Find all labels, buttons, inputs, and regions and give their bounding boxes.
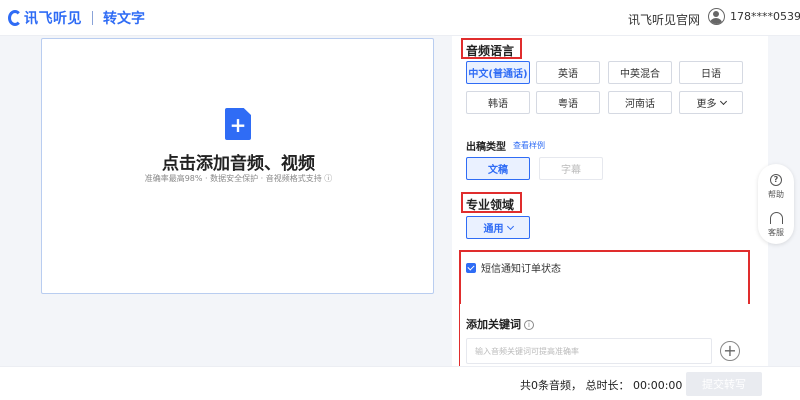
- logo-divider: [92, 11, 93, 25]
- product-name: 转文字: [103, 11, 145, 27]
- ear-logo-icon: [8, 10, 22, 26]
- add-keyword-button[interactable]: +: [720, 341, 740, 361]
- user-menu[interactable]: 178****0539: [708, 8, 800, 25]
- brand-name: 讯飞听见: [24, 11, 82, 27]
- lang-option-korean[interactable]: 韩语: [466, 91, 530, 114]
- more-label: 更多: [696, 99, 717, 110]
- sms-label: 短信通知订单状态: [481, 264, 561, 275]
- floating-helper: ? 帮助 客服: [758, 164, 794, 244]
- submit-transcribe-button[interactable]: 提交转写: [686, 372, 762, 396]
- help-label: 帮助: [768, 190, 784, 199]
- lang-option-english[interactable]: 英语: [536, 61, 600, 84]
- lang-option-mixed[interactable]: 中英混合: [608, 61, 672, 84]
- question-icon: ?: [770, 174, 782, 186]
- keyword-title: 添加关键词 i: [466, 316, 534, 332]
- add-file-icon: +: [225, 108, 251, 140]
- help-button[interactable]: ? 帮助: [758, 174, 794, 200]
- domain-select[interactable]: 通用: [466, 216, 530, 239]
- audio-summary: 共0条音频， 总时长： 00:00:00: [520, 379, 683, 392]
- official-site-link[interactable]: 讯飞听见官网: [628, 11, 700, 28]
- sms-notify-row[interactable]: 短信通知订单状态: [466, 260, 561, 275]
- upload-subtitle: 准确率最高98% · 数据安全保护 · 音视频格式支持 ⓘ: [144, 174, 333, 183]
- chevron-down-icon: [719, 97, 727, 105]
- domain-title: 专业领域: [466, 198, 515, 212]
- keyword-input[interactable]: [466, 338, 712, 364]
- customer-service-button[interactable]: 客服: [758, 212, 794, 238]
- lang-option-more[interactable]: 更多: [679, 91, 743, 114]
- keyword-title-text: 添加关键词: [466, 318, 521, 331]
- top-header: 讯飞听见 转文字 讯飞听见官网 178****0539: [0, 0, 800, 36]
- info-icon[interactable]: i: [524, 320, 534, 330]
- footer-bar: 共0条音频， 总时长： 00:00:00 提交转写: [0, 366, 800, 400]
- brand-logo[interactable]: 讯飞听见 转文字: [8, 9, 145, 27]
- chevron-down-icon: [506, 222, 514, 230]
- domain-value: 通用: [483, 224, 504, 235]
- avatar-icon: [708, 8, 725, 25]
- service-label: 客服: [768, 228, 784, 237]
- upload-dropzone[interactable]: + 点击添加音频、视频 准确率最高98% · 数据安全保护 · 音视频格式支持 …: [41, 38, 434, 294]
- user-phone: 178****0539: [730, 10, 800, 23]
- headset-icon: [769, 212, 783, 224]
- upload-title: 点击添加音频、视频: [162, 154, 315, 174]
- lang-option-japanese[interactable]: 日语: [679, 61, 743, 84]
- output-type-title: 出稿类型: [466, 142, 506, 153]
- output-option-manuscript[interactable]: 文稿: [466, 157, 530, 180]
- view-sample-link[interactable]: 查看样例: [513, 140, 545, 151]
- lang-option-mandarin[interactable]: 中文(普通话): [466, 61, 530, 84]
- sms-checkbox[interactable]: [466, 262, 476, 273]
- lang-option-henan[interactable]: 河南话: [608, 91, 672, 114]
- lang-option-cantonese[interactable]: 粤语: [536, 91, 600, 114]
- output-option-subtitle[interactable]: 字幕: [539, 157, 603, 180]
- language-title: 音频语言: [466, 44, 515, 58]
